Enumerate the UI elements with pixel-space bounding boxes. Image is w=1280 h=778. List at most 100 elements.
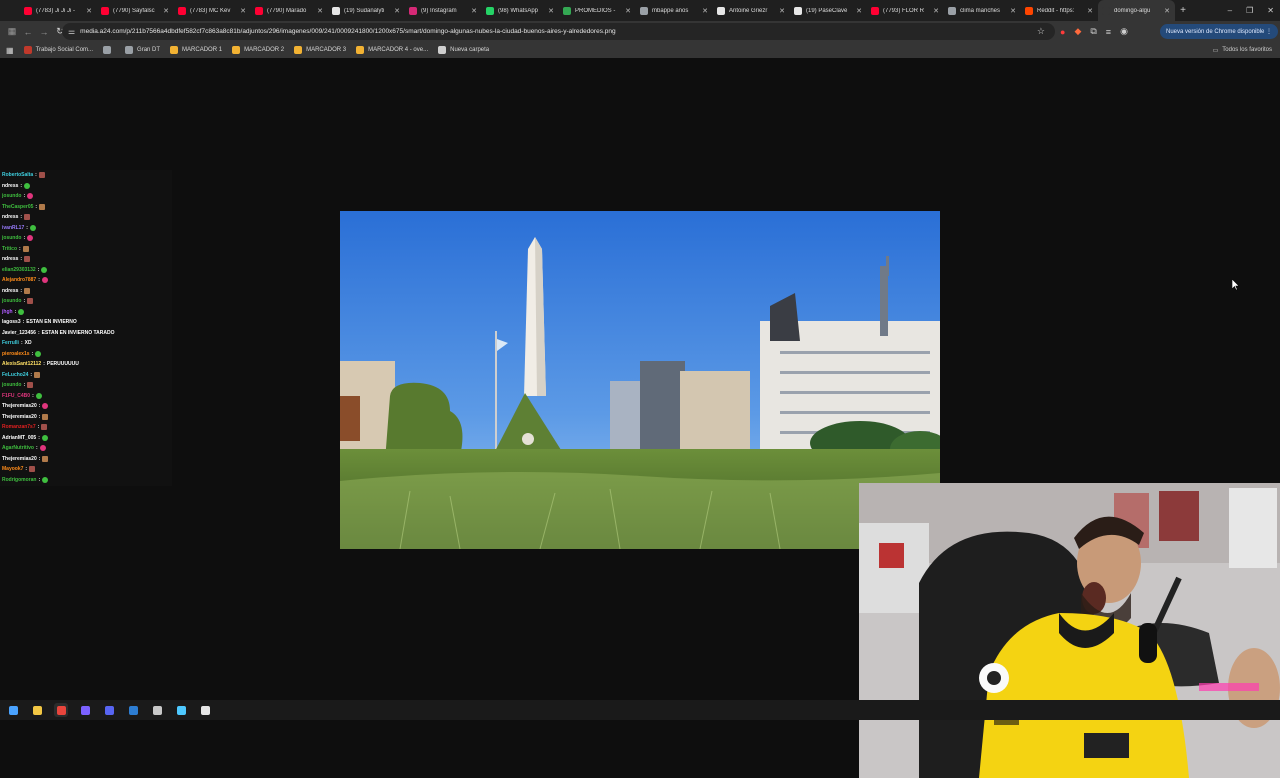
apps-shortcut-icon[interactable]: ▦ [6,46,14,55]
profile-avatar-icon[interactable]: ◉ [1120,26,1128,37]
forward-icon[interactable]: → [36,27,52,37]
update-chrome-button[interactable]: Nueva versión de Chrome disponible ⋮ [1160,24,1279,39]
tab-close-icon[interactable]: ✕ [1009,7,1017,15]
browser-tab[interactable]: (98) WhatsApp ✕ [482,0,559,21]
bookmark-item[interactable]: MARCADOR 2 [232,46,284,54]
chat-username[interactable]: RobertoSalta [2,172,33,178]
extension-icon[interactable]: ◆ [1074,26,1081,37]
tab-close-icon[interactable]: ✕ [855,7,863,15]
chat-username[interactable]: josundo [2,382,21,388]
extensions-puzzle-icon[interactable]: ⧉ [1090,26,1096,37]
bookmark-item[interactable]: MARCADOR 4 - ove... [356,46,428,54]
chat-username[interactable]: josundo [2,235,21,241]
tab-close-icon[interactable]: ✕ [316,7,324,15]
tab-menu-icon[interactable]: ≡ [1106,27,1111,37]
chat-username[interactable]: Alejandro7887 [2,277,36,283]
tab-close-icon[interactable]: ✕ [778,7,786,15]
maximize-icon[interactable]: ❐ [1246,6,1253,15]
chat-username[interactable]: Mayook7 [2,466,23,472]
tab-close-icon[interactable]: ✕ [85,7,93,15]
bookmark-item[interactable]: Nueva carpeta [438,46,489,54]
chat-username[interactable]: AgarNutritivo [2,445,34,451]
tab-close-icon[interactable]: ✕ [1086,7,1094,15]
chrome-icon[interactable] [54,703,68,717]
browser-tab[interactable]: clima manches ✕ [944,0,1021,21]
bookmark-item[interactable]: MARCADOR 1 [170,46,222,54]
chat-username[interactable]: TheCasper05 [2,204,33,210]
close-icon[interactable]: ✕ [1267,6,1274,15]
chat-separator: : [35,172,37,179]
tab-close-icon[interactable]: ✕ [162,7,170,15]
chat-username[interactable]: Thejeremias20 [2,414,37,420]
extension-icon[interactable]: ● [1060,27,1065,37]
tab-close-icon[interactable]: ✕ [239,7,247,15]
file-explorer-icon[interactable] [30,703,44,717]
chat-username[interactable]: Javier_123456 [2,330,36,336]
browser-tab[interactable]: (7790) Marado ✕ [251,0,328,21]
browser-tab[interactable]: Reddit - https: ✕ [1021,0,1098,21]
browser-tab[interactable]: mbappe años ✕ [636,0,713,21]
discord-icon[interactable] [102,703,116,717]
app-icon[interactable] [174,703,188,717]
chat-username[interactable]: elian29303132 [2,267,36,273]
browser-tab[interactable]: (7783) Ji Ji Ji - ✕ [20,0,97,21]
chat-username[interactable]: AdrianMT_005 [2,435,36,441]
chat-username[interactable]: Thejeremias20 [2,456,37,462]
chat-username[interactable]: Thejeremias20 [2,403,37,409]
chat-username[interactable]: ivanRL17 [2,225,24,231]
browser-tab[interactable]: PROMEDIOS - ✕ [559,0,636,21]
tab-close-icon[interactable]: ✕ [701,7,709,15]
chat-username[interactable]: lagoss3 [2,319,21,325]
chat-username[interactable]: josundo [2,298,21,304]
chat-username[interactable]: ndress [2,256,18,262]
browser-tab[interactable]: (19) Sudanalyti ✕ [328,0,405,21]
browser-tab[interactable]: Antoine Griezr ✕ [713,0,790,21]
bookmark-star-icon[interactable]: ☆ [1037,26,1045,37]
browser-tab[interactable]: (9) Instagram ✕ [405,0,482,21]
address-bar[interactable]: ⚌ media.a24.com/p/211b7566a4dbdfef582cf7… [62,23,1055,40]
chat-username[interactable]: Rodrigomoran [2,477,36,483]
bookmark-item[interactable] [103,46,115,54]
chat-username[interactable]: Ferrulli [2,340,19,346]
browser-tab[interactable]: domingo-algu ✕ [1098,0,1175,21]
tab-close-icon[interactable]: ✕ [1163,7,1171,15]
windows-start-icon[interactable] [6,703,20,717]
bookmark-item[interactable]: MARCADOR 3 [294,46,346,54]
chat-username[interactable]: AlexisSant12112 [2,361,41,367]
tab-close-icon[interactable]: ✕ [470,7,478,15]
tab-close-icon[interactable]: ✕ [624,7,632,15]
back-icon[interactable]: ← [20,27,36,37]
chat-username[interactable]: ndress [2,288,18,294]
app-icon[interactable] [126,703,140,717]
chat-username[interactable]: pieroalex1s [2,351,30,357]
app-icon[interactable] [198,703,212,717]
browser-toolbar: ▦ ← → ↻ ⚌ media.a24.com/p/211b7566a4dbdf… [0,21,1280,42]
bookmark-item[interactable]: Trabajo Social Com... [23,46,93,54]
browser-tab[interactable]: (7790) Sayfalsc ✕ [97,0,174,21]
obs-icon[interactable] [150,703,164,717]
tab-label: (7793) FLOR R [883,7,925,14]
chat-username[interactable]: Romanzan7s7 [2,424,36,430]
browser-tab[interactable]: (19) PaseClave ✕ [790,0,867,21]
chat-username[interactable]: F1FU_C4B0 [2,393,30,399]
browser-tab[interactable]: (7783) MC Kev ✕ [174,0,251,21]
apps-icon[interactable]: ▦ [4,26,20,37]
new-tab-button[interactable]: + [1175,5,1191,16]
chat-username[interactable]: josundo [2,193,21,199]
tab-close-icon[interactable]: ✕ [393,7,401,15]
tab-close-icon[interactable]: ✕ [932,7,940,15]
chat-emote-icon [41,266,48,273]
chat-username[interactable]: ndress [2,183,18,189]
chat-username[interactable]: FeLucho24 [2,372,28,378]
bookmark-item[interactable]: Gran DT [125,46,160,54]
chat-username[interactable]: jhgh [2,309,13,315]
site-info-icon[interactable]: ⚌ [68,27,75,36]
tab-close-icon[interactable]: ✕ [547,7,555,15]
browser-tab[interactable]: (7793) FLOR R ✕ [867,0,944,21]
app-icon[interactable] [78,703,92,717]
chat-message: F1FU_C4B0: [2,391,172,402]
chat-username[interactable]: ndress [2,214,18,220]
chat-username[interactable]: Tritico [2,246,17,252]
all-bookmarks-button[interactable]: ▭ Todos los favoritos [1213,42,1272,58]
minimize-icon[interactable]: – [1228,6,1232,15]
